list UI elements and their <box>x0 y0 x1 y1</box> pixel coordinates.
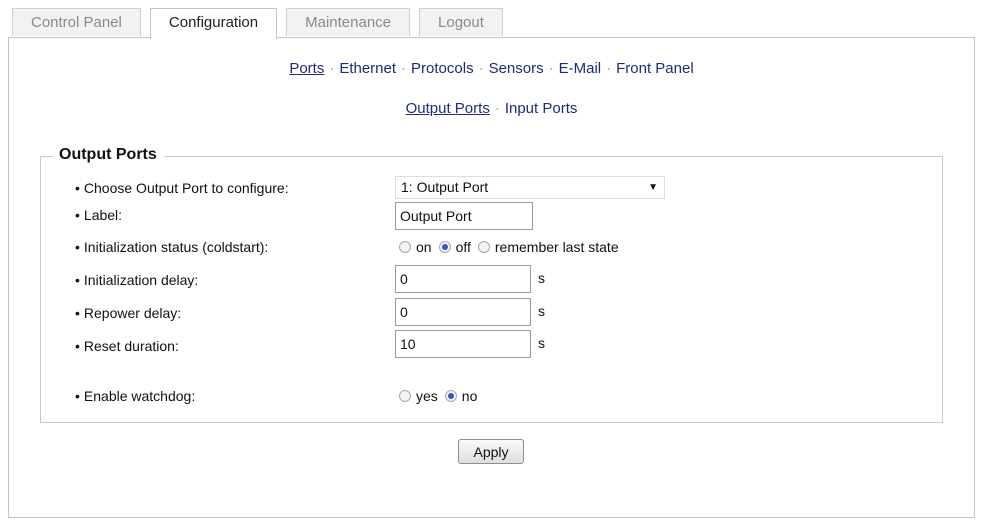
apply-button[interactable]: Apply <box>458 439 524 464</box>
watchdog-no-radio[interactable] <box>444 390 457 402</box>
repower-delay-text: Repower delay: <box>83 305 182 321</box>
tab-maintenance[interactable]: Maintenance <box>286 8 411 36</box>
nav-link-ports[interactable]: Ports <box>289 60 324 77</box>
watchdog-radio-group: yes no <box>399 388 484 404</box>
watchdog-no-label: no <box>461 388 478 404</box>
tab-logout[interactable]: Logout <box>419 8 503 36</box>
nav-link-input-ports[interactable]: Input Ports <box>505 100 578 117</box>
output-port-select[interactable]: 1: Output Port ▼ <box>395 176 665 199</box>
init-delay-text: Initialization delay: <box>83 272 199 288</box>
bullet: • <box>75 338 80 354</box>
output-port-select-value: 1: Output Port <box>401 179 489 195</box>
configuration-panel: Ports · Ethernet · Protocols · Sensors · E-Mail ·… <box>8 37 975 518</box>
init-status-text: Initialization status (coldstart): <box>83 239 269 255</box>
nav-separator: · <box>494 100 500 117</box>
tab-configuration[interactable]: Configuration <box>149 8 278 39</box>
nav-link-protocols[interactable]: Protocols <box>411 60 474 77</box>
nav-link-front-panel[interactable]: Front Panel <box>616 60 694 77</box>
reset-duration-text: Reset duration: <box>83 338 179 354</box>
tab-control-panel[interactable]: Control Panel <box>12 8 141 36</box>
watchdog-yes-label: yes <box>416 388 438 404</box>
nav-separator: · <box>548 60 554 77</box>
init-status-label: • Initialization status (coldstart): <box>75 239 268 255</box>
bullet: • <box>75 388 80 404</box>
reset-duration-unit: s <box>538 335 545 351</box>
init-status-remember-radio[interactable] <box>477 241 490 253</box>
repower-delay-input[interactable]: 0 <box>395 298 531 326</box>
nav-separator: · <box>606 60 612 77</box>
secondary-nav: Output Ports · Input Ports <box>9 100 974 117</box>
init-status-on-label: on <box>416 239 432 255</box>
tab-bar: Control Panel Configuration Maintenance … <box>12 8 512 39</box>
chevron-down-icon: ▼ <box>648 182 658 193</box>
reset-duration-label: • Reset duration: <box>75 338 179 354</box>
repower-delay-label: • Repower delay: <box>75 305 181 321</box>
repower-delay-unit: s <box>538 303 545 319</box>
bullet: • <box>75 272 80 288</box>
watchdog-label: • Enable watchdog: <box>75 388 195 404</box>
nav-separator: · <box>401 60 407 77</box>
nav-link-email[interactable]: E-Mail <box>559 60 602 77</box>
bullet: • <box>75 305 80 321</box>
init-status-off-label: off <box>455 239 471 255</box>
nav-separator: · <box>329 60 335 77</box>
init-delay-label: • Initialization delay: <box>75 272 198 288</box>
bullet: • <box>75 180 80 196</box>
output-ports-fieldset: Output Ports • Choose Output Port to conf… <box>40 146 943 423</box>
init-status-off-radio[interactable] <box>438 241 451 253</box>
init-status-remember-label: remember last state <box>494 239 619 255</box>
nav-link-ethernet[interactable]: Ethernet <box>339 60 396 77</box>
choose-port-text: Choose Output Port to configure: <box>83 180 289 196</box>
init-status-radio-group: on off remember last state <box>399 239 626 255</box>
watchdog-yes-radio[interactable] <box>399 390 411 402</box>
watchdog-text: Enable watchdog: <box>83 388 196 404</box>
label-input[interactable]: Output Port <box>395 202 533 230</box>
reset-duration-input[interactable]: 10 <box>395 330 531 358</box>
bullet: • <box>75 239 80 255</box>
label-field-label: • Label: <box>75 207 122 223</box>
bullet: • <box>75 207 80 223</box>
init-delay-input[interactable]: 0 <box>395 265 531 293</box>
nav-link-sensors[interactable]: Sensors <box>489 60 544 77</box>
choose-port-label: • Choose Output Port to configure: <box>75 180 289 196</box>
label-field-text: Label: <box>83 207 123 223</box>
primary-nav: Ports · Ethernet · Protocols · Sensors · E-Mail ·… <box>9 60 974 77</box>
nav-link-output-ports[interactable]: Output Ports <box>406 100 490 117</box>
init-status-on-radio[interactable] <box>399 241 411 253</box>
nav-separator: · <box>478 60 484 77</box>
fieldset-legend: Output Ports <box>53 146 164 164</box>
init-delay-unit: s <box>538 270 545 286</box>
